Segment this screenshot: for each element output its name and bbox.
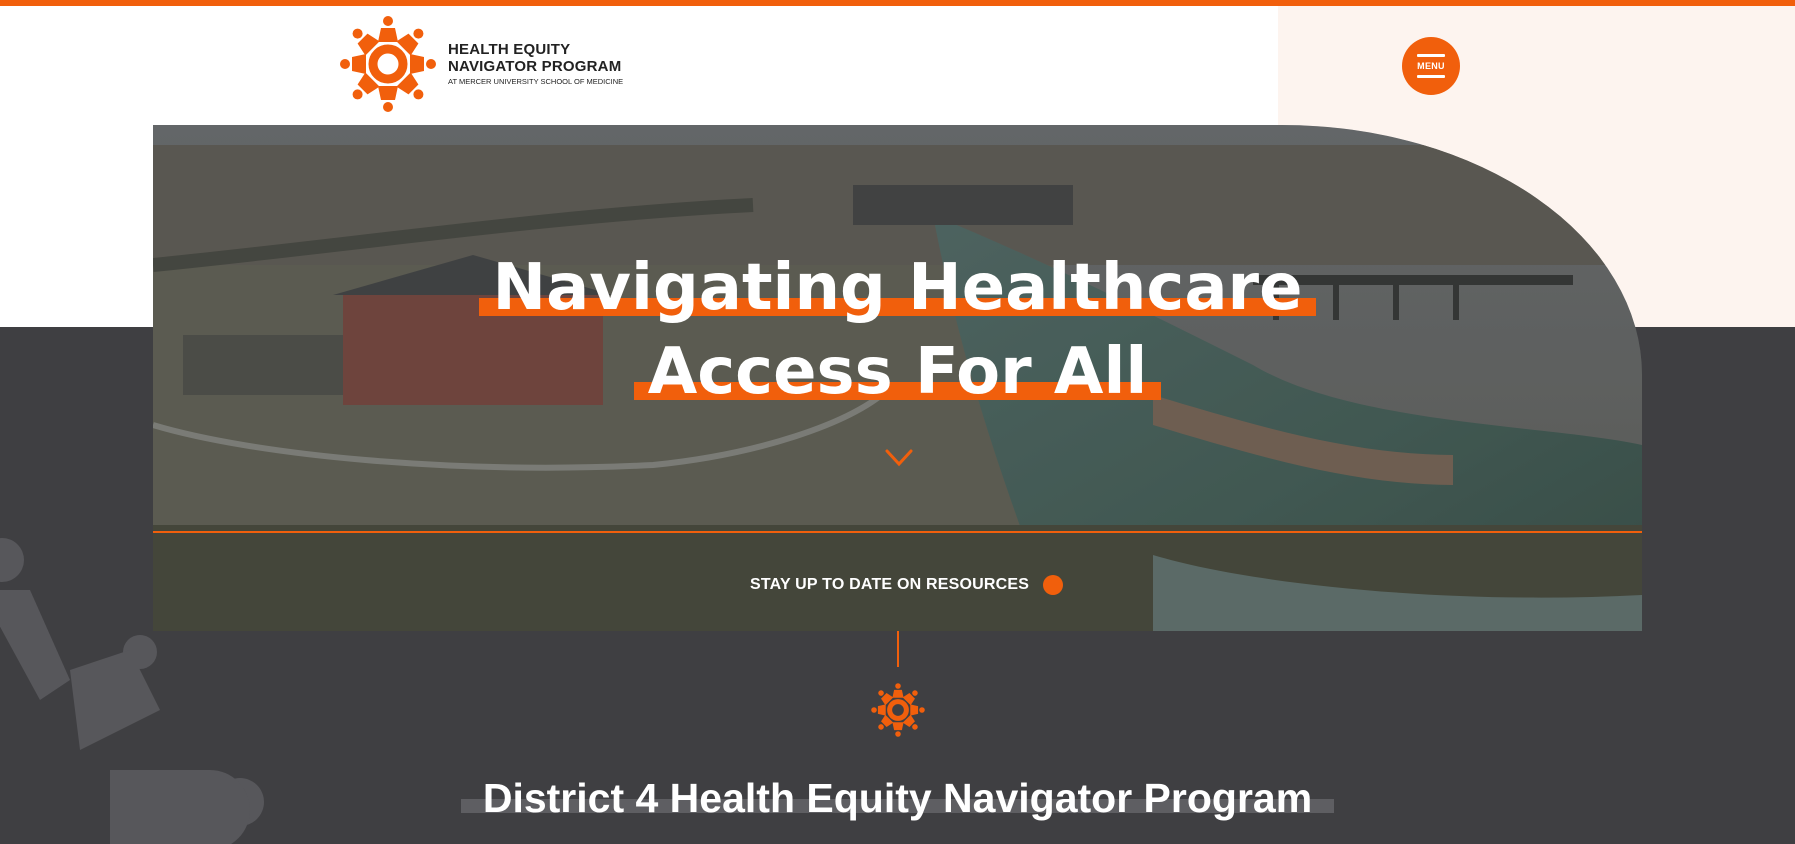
stay-updated-link[interactable]: STAY UP TO DATE ON RESOURCES [750, 570, 1064, 600]
logo-title-line2: NAVIGATOR PROGRAM [448, 57, 622, 75]
section-heading: District 4 Health Equity Navigator Progr… [455, 770, 1340, 830]
hero-title: Navigating Healthcare Access For All [153, 246, 1642, 414]
menu-bar-bottom [1417, 75, 1445, 78]
people-circle-small-icon [871, 683, 925, 737]
vertical-connector-line [897, 631, 899, 667]
menu-button[interactable]: MENU [1402, 37, 1460, 95]
site-logo[interactable]: HEALTH EQUITY NAVIGATOR PROGRAM AT MERCE… [336, 12, 636, 116]
section-heading-wrap: District 4 Health Equity Navigator Progr… [460, 770, 1335, 830]
chevron-down-icon[interactable] [884, 447, 914, 469]
menu-bar-top [1417, 54, 1445, 57]
hero-title-line1: Navigating Healthcare [478, 246, 1317, 330]
stay-updated-label: STAY UP TO DATE ON RESOURCES [750, 576, 1030, 593]
logo-tagline: AT MERCER UNIVERSITY SCHOOL OF MEDICINE [448, 76, 624, 86]
section-heading-text: District 4 Health Equity Navigator Progr… [482, 775, 1313, 821]
hero-title-line1-text: Navigating Healthcare [492, 251, 1303, 325]
logo-title-line1: HEALTH EQUITY [448, 40, 571, 58]
hero-divider-line [153, 531, 1642, 533]
hero-title-line2: Access For All [633, 330, 1162, 414]
hero-banner: Navigating Healthcare Access For All STA… [153, 125, 1642, 631]
hero-title-line2-text: Access For All [647, 335, 1148, 409]
menu-label: MENU [1417, 61, 1445, 71]
people-circle-logo-icon [340, 16, 436, 112]
orange-dot-icon [1043, 575, 1064, 595]
